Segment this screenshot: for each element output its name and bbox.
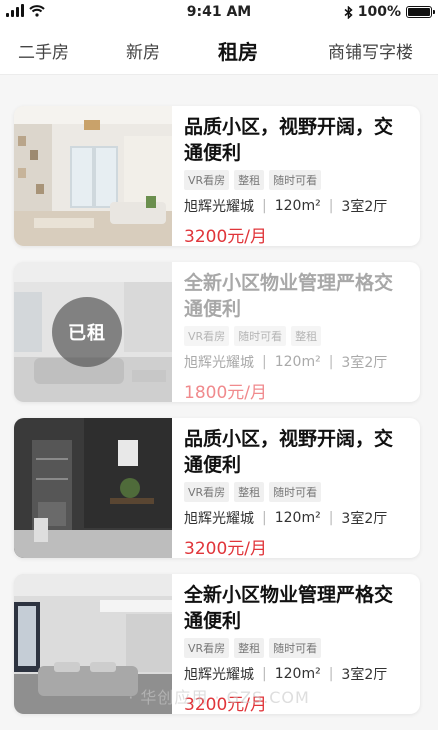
rent-price: 1800元/月	[184, 383, 267, 402]
rent-price: 3200元/月	[184, 227, 267, 246]
area: 120m²	[274, 666, 321, 682]
watermark: · 华创应用 · GZS.COM	[128, 688, 310, 707]
listing-title: 品质小区，视野开阔，交通便利	[184, 428, 394, 476]
battery-percent: 100%	[357, 4, 401, 20]
battery-icon	[406, 6, 435, 18]
tag-list: VR看房 整租 随时可看	[184, 482, 410, 502]
room-layout: 3室2厅	[341, 667, 388, 683]
tag: 随时可看	[269, 170, 322, 190]
area: 120m²	[274, 198, 321, 214]
tag: 整租	[291, 326, 322, 346]
category-tabs: 二手房 新房 租房 商铺写字楼	[0, 26, 438, 75]
listing-card[interactable]: 品质小区，视野开阔，交通便利 VR看房 整租 随时可看 旭辉光耀城 | 120m…	[14, 106, 420, 246]
community-name: 旭辉光耀城	[184, 199, 254, 215]
listing-meta: 旭辉光耀城 | 120m² | 3室2厅	[184, 354, 388, 371]
listing-meta: 旭辉光耀城 | 120m² | 3室2厅	[184, 510, 388, 527]
rent-price: 3200元/月	[184, 539, 267, 558]
tag: 整租	[234, 482, 265, 502]
tab-commercial[interactable]: 商铺写字楼	[328, 38, 413, 63]
tag: 随时可看	[234, 326, 287, 346]
tag: VR看房	[184, 170, 230, 190]
listing-card[interactable]: 品质小区，视野开阔，交通便利 VR看房 整租 随时可看 旭辉光耀城 | 120m…	[14, 418, 420, 558]
tag: VR看房	[184, 482, 230, 502]
tag: VR看房	[184, 638, 230, 658]
room-layout: 3室2厅	[341, 199, 388, 215]
room-layout: 3室2厅	[341, 355, 388, 371]
listing-meta: 旭辉光耀城 | 120m² | 3室2厅	[184, 666, 388, 683]
listing-photo	[14, 106, 172, 246]
rented-badge: 已租	[52, 297, 122, 367]
tag-list: VR看房 随时可看 整租	[184, 326, 410, 346]
status-right: 100%	[344, 4, 435, 20]
listing-photo: 已租	[14, 262, 172, 402]
tag: 整租	[234, 638, 265, 658]
listing-title: 品质小区，视野开阔，交通便利	[184, 116, 394, 164]
area: 120m²	[274, 354, 321, 370]
community-name: 旭辉光耀城	[184, 667, 254, 683]
tag: 整租	[234, 170, 265, 190]
tag: 随时可看	[269, 638, 322, 658]
listing-title: 全新小区物业管理严格交通便利	[184, 584, 394, 632]
listing-meta: 旭辉光耀城 | 120m² | 3室2厅	[184, 198, 388, 215]
listing-photo	[14, 418, 172, 558]
bluetooth-icon	[344, 5, 353, 19]
tab-new-house[interactable]: 新房	[126, 38, 160, 63]
listing-list: 品质小区，视野开阔，交通便利 VR看房 整租 随时可看 旭辉光耀城 | 120m…	[14, 106, 420, 730]
tag: 随时可看	[269, 482, 322, 502]
community-name: 旭辉光耀城	[184, 511, 254, 527]
listing-title: 全新小区物业管理严格交通便利	[184, 272, 394, 320]
tab-rent[interactable]: 租房	[218, 36, 258, 65]
tag: VR看房	[184, 326, 230, 346]
status-bar: 9:41 AM 100%	[0, 0, 438, 26]
area: 120m²	[274, 510, 321, 526]
tag-list: VR看房 整租 随时可看	[184, 170, 410, 190]
room-layout: 3室2厅	[341, 511, 388, 527]
community-name: 旭辉光耀城	[184, 355, 254, 371]
tag-list: VR看房 整租 随时可看	[184, 638, 410, 658]
tab-second-hand[interactable]: 二手房	[18, 38, 69, 63]
listing-card-rented[interactable]: 已租 全新小区物业管理严格交通便利 VR看房 随时可看 整租 旭辉光耀城 | 1…	[14, 262, 420, 402]
